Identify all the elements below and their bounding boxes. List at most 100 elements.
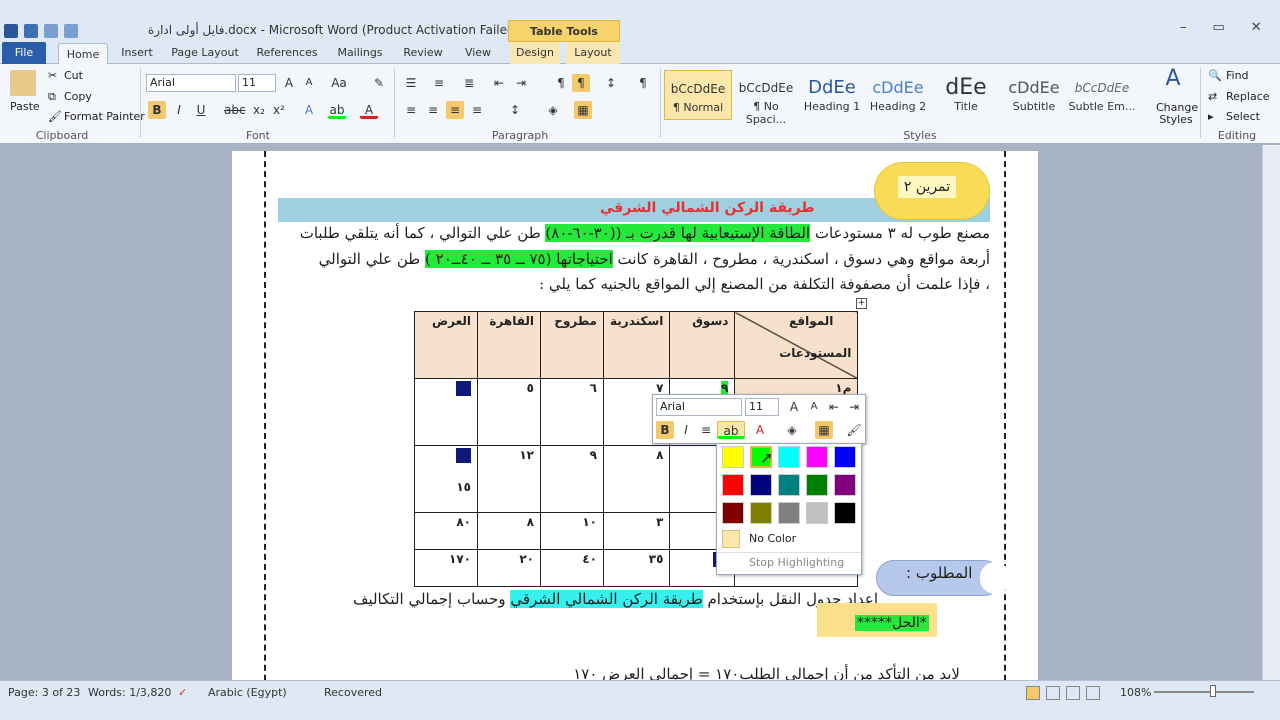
shading-icon[interactable]: ◈ — [783, 421, 801, 439]
shrink-font-icon[interactable]: A — [805, 398, 823, 416]
no-color-swatch[interactable] — [722, 530, 740, 548]
print-layout-icon[interactable] — [1026, 686, 1040, 700]
table-cell[interactable]: ٨ — [602, 445, 671, 513]
change-styles-icon[interactable]: A — [1160, 68, 1186, 98]
highlight-icon[interactable]: ab — [717, 421, 745, 439]
tab-home[interactable]: Home — [58, 43, 108, 65]
vertical-scrollbar[interactable] — [1262, 145, 1280, 680]
ltr-icon[interactable]: ¶ — [552, 74, 570, 92]
tab-mailings[interactable]: Mailings — [334, 42, 386, 64]
table-cell[interactable]: ٦ — [540, 378, 604, 446]
rtl-paragraph-icon[interactable]: ⇤ — [825, 398, 843, 416]
borders-icon[interactable]: ▦ — [815, 421, 833, 439]
format-painter-icon[interactable]: 🖌 — [48, 110, 62, 123]
shading-icon[interactable]: ◈ — [544, 101, 562, 119]
font-name-box[interactable]: Arial — [146, 74, 236, 92]
grow-font-icon[interactable]: A — [785, 398, 803, 416]
font-size-box[interactable]: 11 — [238, 74, 276, 92]
color-swatch-green[interactable] — [806, 474, 828, 496]
task-line[interactable]: إعداد جدول النقل بإستخدام طريقة الركن ال… — [353, 590, 878, 608]
font-color-icon[interactable]: A — [751, 421, 769, 439]
web-layout-icon[interactable] — [1066, 686, 1080, 700]
format-painter-button[interactable]: Format Painter — [64, 110, 145, 123]
table-cell[interactable] — [414, 378, 478, 446]
ltr-paragraph-icon[interactable]: ⇥ — [845, 398, 863, 416]
tab-references[interactable]: References — [256, 42, 318, 64]
table-header-cell[interactable]: القاهرة — [477, 311, 541, 379]
no-color-option[interactable]: No Color — [749, 532, 796, 545]
color-swatch-teal[interactable] — [778, 474, 800, 496]
text-effects-icon[interactable]: A — [300, 101, 318, 119]
italic-icon[interactable]: I — [170, 101, 188, 119]
bullets-icon[interactable]: ☰ — [402, 74, 420, 92]
tab-insert[interactable]: Insert — [120, 42, 154, 64]
style-title[interactable]: dEe Title — [932, 70, 1000, 120]
sort-icon[interactable]: ↕ — [602, 74, 620, 92]
style-heading-1[interactable]: DdEe Heading 1 — [798, 70, 866, 120]
bold-icon[interactable]: B — [656, 421, 674, 439]
decrease-indent-icon[interactable]: ⇤ — [490, 74, 508, 92]
table-cell[interactable]: ٨ — [477, 512, 541, 550]
paste-icon[interactable] — [10, 70, 36, 96]
justify-icon[interactable]: ≡ — [468, 101, 486, 119]
table-cell[interactable]: ٢٠ — [477, 549, 541, 587]
color-swatch-turquoise[interactable] — [778, 446, 800, 468]
table-header-cell[interactable]: دسوق — [669, 311, 736, 379]
format-painter-icon[interactable]: 🖌 — [845, 421, 863, 439]
bold-icon[interactable]: B — [148, 101, 166, 119]
change-case-icon[interactable]: Aa — [330, 74, 348, 92]
color-swatch-violet[interactable] — [834, 474, 856, 496]
tab-design[interactable]: Design — [510, 42, 560, 64]
align-center-icon[interactable]: ≡ — [424, 101, 442, 119]
stop-highlighting-option[interactable]: Stop Highlighting — [749, 556, 844, 569]
color-swatch-blue[interactable] — [834, 446, 856, 468]
close-button[interactable]: ✕ — [1251, 20, 1262, 35]
paragraph-line-1[interactable]: مصنع طوب له ٣ مستودعات الطاقة الإستيعابي… — [300, 224, 990, 242]
underline-icon[interactable]: U — [192, 101, 210, 119]
table-header-cell[interactable]: اسكندرية — [602, 311, 671, 379]
table-cell[interactable]: ١٥ — [414, 445, 478, 513]
tab-file[interactable]: File — [2, 42, 46, 64]
paste-button[interactable]: Paste — [10, 100, 40, 113]
table-header-cell[interactable]: العرض — [414, 311, 478, 379]
strikethrough-icon[interactable]: abc — [224, 101, 246, 119]
table-cell[interactable]: ٤٠ — [540, 549, 604, 587]
color-swatch-black[interactable] — [834, 502, 856, 524]
zoom-slider-handle[interactable] — [1210, 685, 1216, 697]
table-cell[interactable]: ٥ — [477, 378, 541, 446]
grow-font-icon[interactable]: A — [280, 74, 298, 92]
superscript-icon[interactable]: x² — [270, 101, 288, 119]
word-count[interactable]: Words: 1/3,820 — [88, 686, 171, 699]
proofing-icon[interactable]: ✓ — [178, 686, 187, 699]
table-cell[interactable]: ٨٠ — [414, 512, 478, 550]
color-swatch-red[interactable] — [722, 474, 744, 496]
style-heading-2[interactable]: cDdEe Heading 2 — [864, 70, 932, 120]
tab-layout[interactable]: Layout — [566, 42, 620, 64]
find-button[interactable]: Find — [1226, 69, 1249, 82]
find-icon[interactable]: 🔍 — [1208, 69, 1222, 82]
color-swatch-gray-25[interactable] — [806, 502, 828, 524]
outline-icon[interactable] — [1086, 686, 1100, 700]
table-cell[interactable]: ١٢ — [477, 445, 541, 513]
language-indicator[interactable]: Arabic (Egypt) — [208, 686, 287, 699]
tab-page-layout[interactable]: Page Layout — [170, 42, 240, 64]
full-screen-icon[interactable] — [1046, 686, 1060, 700]
redo-icon[interactable] — [64, 24, 78, 38]
style-normal[interactable]: bCcDdEe ¶ Normal — [664, 70, 732, 120]
page-indicator[interactable]: Page: 3 of 23 — [8, 686, 80, 699]
shrink-font-icon[interactable]: A — [300, 74, 318, 92]
color-swatch-dark-blue[interactable] — [750, 474, 772, 496]
select-icon[interactable]: ▸ — [1208, 110, 1214, 123]
align-right-icon[interactable]: ≡ — [446, 101, 464, 119]
color-swatch-dark-yellow[interactable] — [750, 502, 772, 524]
zoom-level[interactable]: 108% — [1120, 686, 1151, 699]
line-spacing-icon[interactable]: ↕ — [506, 101, 524, 119]
borders-icon[interactable]: ▦ — [574, 101, 592, 119]
cut-icon[interactable]: ✂ — [48, 69, 57, 82]
table-move-handle-icon[interactable]: + — [856, 298, 867, 309]
show-marks-icon[interactable]: ¶ — [634, 74, 652, 92]
replace-button[interactable]: Replace — [1226, 90, 1270, 103]
color-swatch-dark-red[interactable] — [722, 502, 744, 524]
italic-icon[interactable]: I — [677, 421, 695, 439]
style-subtitle[interactable]: cDdEe Subtitle — [1000, 70, 1068, 120]
